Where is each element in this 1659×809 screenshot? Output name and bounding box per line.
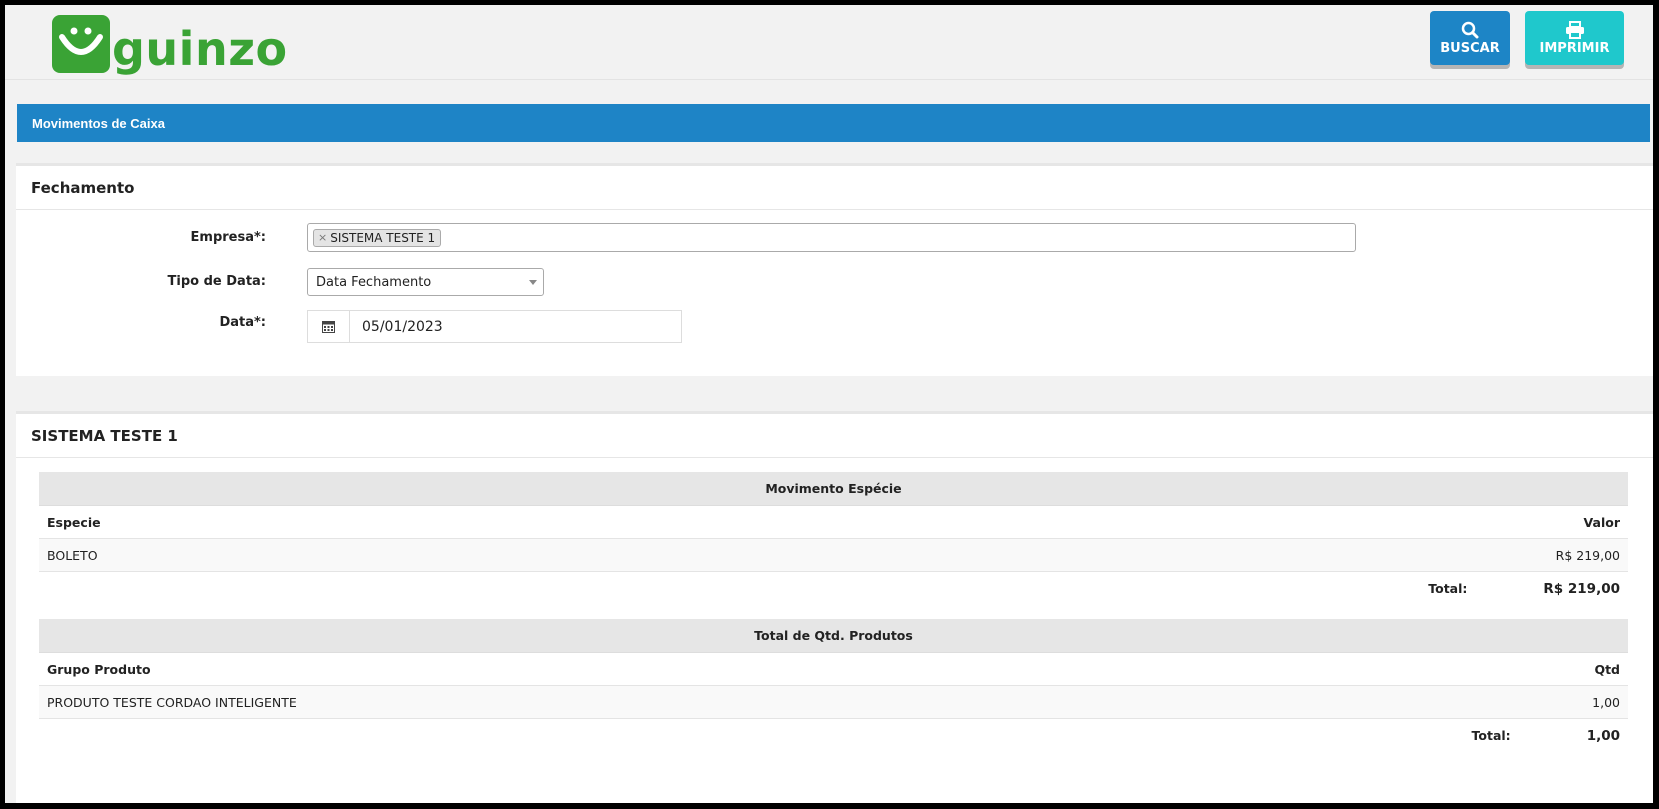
table-row: BOLETO R$ 219,00 xyxy=(39,539,1628,572)
especie-total-row: Total: R$ 219,00 xyxy=(39,572,1628,605)
produtos-table-header: Grupo Produto Qtd xyxy=(39,653,1628,686)
row-name: BOLETO xyxy=(47,547,98,563)
report-heading: SISTEMA TESTE 1 xyxy=(16,414,1653,458)
especie-table-header: Especie Valor xyxy=(39,506,1628,539)
imprimir-label: IMPRIMIR xyxy=(1539,40,1610,56)
data-label: Data*: xyxy=(219,315,266,330)
row-value: 1,00 xyxy=(1592,694,1620,710)
empresa-label: Empresa*: xyxy=(190,230,266,245)
data-field[interactable]: 05/01/2023 xyxy=(307,310,682,343)
calendar-icon[interactable] xyxy=(308,311,350,342)
data-input[interactable]: 05/01/2023 xyxy=(350,311,681,342)
tipo-data-label: Tipo de Data: xyxy=(167,274,266,289)
produtos-table-title: Total de Qtd. Produtos xyxy=(39,619,1628,653)
page-title: Movimentos de Caixa xyxy=(32,115,165,131)
header: guinzo BUSCAR IMPRIMIR xyxy=(5,5,1653,80)
total-value: R$ 219,00 xyxy=(1543,580,1620,597)
row-value: R$ 219,00 xyxy=(1555,547,1620,563)
empresa-multiselect[interactable]: × SISTEMA TESTE 1 xyxy=(307,223,1356,252)
fechamento-heading: Fechamento xyxy=(16,166,1653,210)
total-label: Total: xyxy=(1471,728,1511,743)
logo-text: guinzo xyxy=(112,22,288,76)
tipo-data-value: Data Fechamento xyxy=(316,274,432,290)
buscar-button[interactable]: BUSCAR xyxy=(1430,11,1510,65)
fechamento-panel: Fechamento Empresa*: × SISTEMA TESTE 1 T… xyxy=(16,163,1653,376)
chevron-down-icon xyxy=(529,280,537,285)
col-especie: Especie xyxy=(47,514,101,530)
produtos-table: Total de Qtd. Produtos Grupo Produto Qtd… xyxy=(39,619,1628,752)
total-value: 1,00 xyxy=(1586,727,1620,744)
logo: guinzo xyxy=(52,10,288,78)
total-label: Total: xyxy=(1428,581,1468,596)
especie-table-title: Movimento Espécie xyxy=(39,472,1628,506)
search-icon xyxy=(1461,21,1479,38)
produtos-total-row: Total: 1,00 xyxy=(39,719,1628,752)
report-panel: SISTEMA TESTE 1 Movimento Espécie Especi… xyxy=(16,411,1653,803)
logo-smile-icon xyxy=(52,15,110,73)
tipo-data-select[interactable]: Data Fechamento xyxy=(307,268,544,296)
remove-tag-icon[interactable]: × xyxy=(318,231,327,244)
printer-icon xyxy=(1565,20,1584,39)
imprimir-button[interactable]: IMPRIMIR xyxy=(1525,11,1624,65)
buscar-label: BUSCAR xyxy=(1440,40,1500,56)
empresa-tag: × SISTEMA TESTE 1 xyxy=(313,228,442,247)
especie-table: Movimento Espécie Especie Valor BOLETO R… xyxy=(39,472,1628,605)
col-qtd: Qtd xyxy=(1594,661,1620,677)
col-valor: Valor xyxy=(1583,514,1620,530)
table-row: PRODUTO TESTE CORDAO INTELIGENTE 1,00 xyxy=(39,686,1628,719)
page-title-bar: Movimentos de Caixa xyxy=(17,104,1650,142)
col-grupo-produto: Grupo Produto xyxy=(47,661,151,677)
row-name: PRODUTO TESTE CORDAO INTELIGENTE xyxy=(47,694,297,710)
empresa-tag-label: SISTEMA TESTE 1 xyxy=(330,230,436,245)
app-frame: guinzo BUSCAR IMPRIMIR Movimentos de Cai… xyxy=(5,5,1653,803)
